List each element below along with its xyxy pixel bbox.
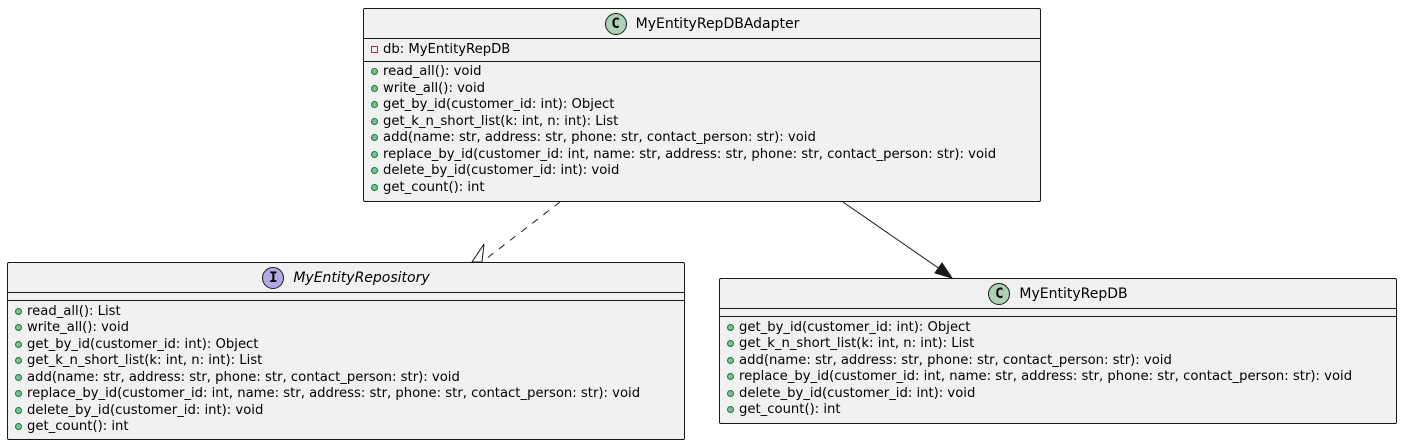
method-row: get_by_id(customer_id: int): Object [720, 319, 1396, 336]
method-text: read_all(): List [27, 303, 121, 319]
class-header: C MyEntityRepDBAdapter [364, 9, 1040, 39]
attribute-text: db: MyEntityRepDB [383, 41, 511, 57]
public-visibility-icon [727, 323, 734, 331]
association-edge [842, 201, 954, 279]
method-text: get_by_id(customer_id: int): Object [383, 97, 615, 113]
method-row: replace_by_id(customer_id: int, name: st… [364, 146, 1040, 163]
public-visibility-icon [15, 423, 22, 431]
private-visibility-icon [371, 45, 378, 53]
method-text: delete_by_id(customer_id: int): void [739, 385, 976, 401]
method-row: get_k_n_short_list(k: int, n: int): List [8, 353, 684, 370]
public-visibility-icon [15, 406, 22, 414]
interface-name: MyEntityRepository [293, 269, 430, 286]
class-badge-icon: C [604, 12, 627, 35]
public-visibility-icon [371, 167, 378, 175]
public-visibility-icon [727, 406, 734, 414]
method-text: get_by_id(customer_id: int): Object [27, 336, 259, 352]
method-row: get_by_id(customer_id: int): Object [364, 97, 1040, 114]
method-row: add(name: str, address: str, phone: str,… [364, 130, 1040, 147]
method-text: replace_by_id(customer_id: int, name: st… [383, 146, 997, 162]
methods-section: read_all(): void write_all(): void get_b… [364, 62, 1040, 199]
method-text: replace_by_id(customer_id: int, name: st… [739, 369, 1353, 385]
public-visibility-icon [727, 340, 734, 348]
method-row: get_by_id(customer_id: int): Object [8, 336, 684, 353]
method-row: get_count(): int [364, 179, 1040, 196]
method-text: delete_by_id(customer_id: int): void [383, 163, 620, 179]
public-visibility-icon [371, 134, 378, 142]
attributes-section: db: MyEntityRepDB [364, 39, 1040, 62]
method-row: get_k_n_short_list(k: int, n: int): List [720, 336, 1396, 353]
method-row: delete_by_id(customer_id: int): void [720, 385, 1396, 402]
public-visibility-icon [15, 324, 22, 332]
method-row: write_all(): void [364, 80, 1040, 97]
realization-edge [471, 201, 561, 263]
public-visibility-icon [15, 373, 22, 381]
association-arrowhead [934, 262, 954, 279]
method-row: get_count(): int [8, 419, 684, 436]
public-visibility-icon [15, 307, 22, 315]
class-name: MyEntityRepDBAdapter [635, 15, 800, 32]
class-header: C MyEntityRepDB [720, 279, 1396, 309]
public-visibility-icon [15, 357, 22, 365]
public-visibility-icon [727, 373, 734, 381]
public-visibility-icon [727, 356, 734, 364]
method-text: write_all(): void [383, 80, 485, 96]
public-visibility-icon [371, 150, 378, 158]
method-text: get_k_n_short_list(k: int, n: int): List [27, 353, 263, 369]
public-visibility-icon [727, 389, 734, 397]
method-text: get_k_n_short_list(k: int, n: int): List [383, 113, 619, 129]
public-visibility-icon [371, 183, 378, 191]
method-text: add(name: str, address: str, phone: str,… [27, 369, 460, 385]
attribute-row: db: MyEntityRepDB [364, 41, 1040, 58]
method-row: get_k_n_short_list(k: int, n: int): List [364, 113, 1040, 130]
method-text: get_count(): int [739, 402, 841, 418]
public-visibility-icon [371, 68, 378, 76]
method-text: get_count(): int [383, 179, 485, 195]
class-header: I MyEntityRepository [8, 263, 684, 293]
method-row: replace_by_id(customer_id: int, name: st… [720, 369, 1396, 386]
method-text: get_count(): int [27, 419, 129, 435]
public-visibility-icon [15, 390, 22, 398]
method-row: read_all(): void [364, 64, 1040, 81]
method-text: add(name: str, address: str, phone: str,… [383, 130, 816, 146]
method-text: add(name: str, address: str, phone: str,… [739, 352, 1172, 368]
method-text: get_k_n_short_list(k: int, n: int): List [739, 336, 975, 352]
method-text: replace_by_id(customer_id: int, name: st… [27, 386, 641, 402]
public-visibility-icon [371, 101, 378, 109]
interface-myentityrepository[interactable]: I MyEntityRepository read_all(): List wr… [7, 262, 685, 440]
realization-arrowhead [471, 243, 485, 263]
method-row: delete_by_id(customer_id: int): void [8, 402, 684, 419]
class-badge-icon: C [988, 282, 1011, 305]
public-visibility-icon [371, 84, 378, 92]
method-row: replace_by_id(customer_id: int, name: st… [8, 386, 684, 403]
method-text: delete_by_id(customer_id: int): void [27, 402, 264, 418]
interface-badge-icon: I [262, 266, 285, 289]
attributes-section [720, 309, 1396, 317]
method-row: delete_by_id(customer_id: int): void [364, 163, 1040, 180]
methods-section: read_all(): List write_all(): void get_b… [8, 301, 684, 438]
method-text: read_all(): void [383, 64, 482, 80]
public-visibility-icon [371, 117, 378, 125]
attributes-section [8, 293, 684, 301]
public-visibility-icon [15, 340, 22, 348]
method-row: add(name: str, address: str, phone: str,… [720, 352, 1396, 369]
class-myentityrepdb[interactable]: C MyEntityRepDB get_by_id(customer_id: i… [719, 278, 1397, 424]
class-name: MyEntityRepDB [1019, 285, 1128, 302]
class-myentityrepdbadapter[interactable]: C MyEntityRepDBAdapter db: MyEntityRepDB… [363, 8, 1041, 202]
methods-section: get_by_id(customer_id: int): Object get_… [720, 317, 1396, 421]
method-row: write_all(): void [8, 320, 684, 337]
method-text: write_all(): void [27, 320, 129, 336]
method-row: add(name: str, address: str, phone: str,… [8, 369, 684, 386]
method-row: read_all(): List [8, 303, 684, 320]
method-row: get_count(): int [720, 402, 1396, 419]
method-text: get_by_id(customer_id: int): Object [739, 319, 971, 335]
